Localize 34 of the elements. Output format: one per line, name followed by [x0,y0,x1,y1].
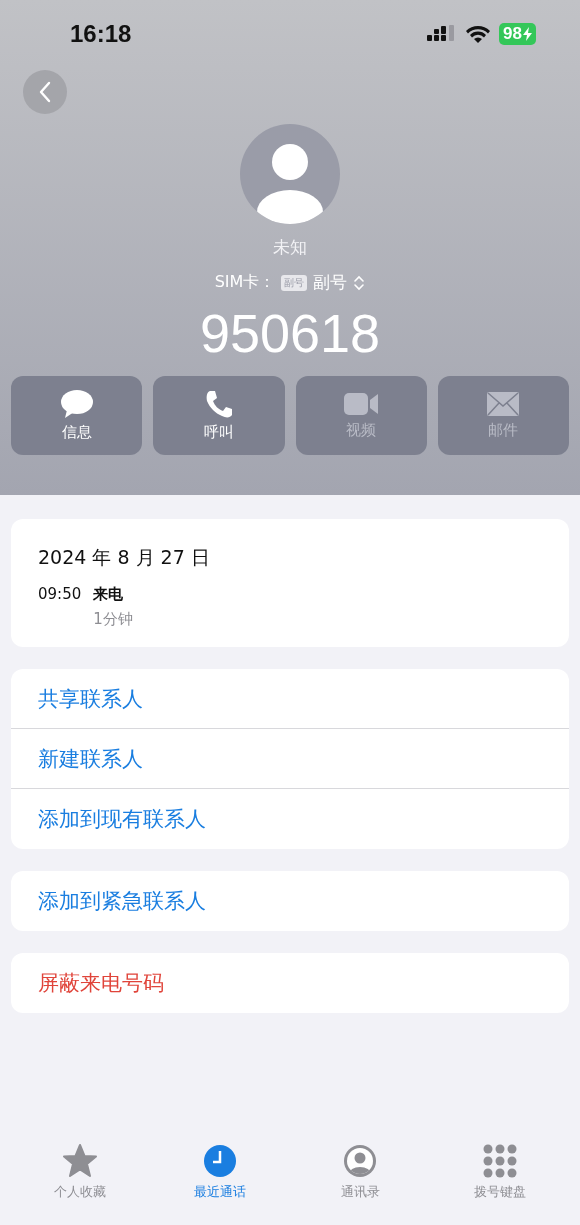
star-icon [62,1143,98,1179]
message-action-button[interactable]: 信息 [11,376,143,455]
up-down-chevron-icon [353,273,366,292]
back-button[interactable] [23,70,67,114]
call-time: 09:50 [38,585,82,605]
video-camera-icon [343,391,380,417]
menu-item[interactable]: 添加到现有联系人 [11,789,569,849]
tab-bar-item[interactable]: 通讯录 [290,1139,430,1225]
menu-item[interactable]: 新建联系人 [11,729,569,789]
call-action-button[interactable]: 呼叫 [153,376,285,455]
envelope-icon [486,391,521,417]
call-date: 2024 年 8 月 27 日 [38,545,211,570]
phone-number: 950618 [199,302,381,364]
call-duration: 1分钟 [93,610,133,629]
contact-name: 未知 [273,236,307,259]
sim-badge: 副号 [281,274,308,291]
tab-bar-item[interactable]: 拨号键盘 [430,1139,570,1225]
status-time: 16:18 [70,20,132,48]
sim-selector[interactable]: 副号 [313,271,366,294]
sim-label: SIM卡： [214,272,276,293]
keypad-icon [482,1143,518,1179]
menu-item[interactable]: 添加到紧急联系人 [11,871,569,931]
tab-bar-item[interactable]: 最近通话 [150,1139,290,1225]
avatar-icon [240,124,340,224]
chevron-left-icon [38,81,52,103]
person-circle-icon [342,1143,378,1179]
wifi-icon [465,24,492,44]
menu-item[interactable]: 屏蔽来电号码 [11,953,569,1013]
call-type: 来电 [93,585,125,604]
menu-item[interactable]: 共享联系人 [11,669,569,729]
battery-icon: 98 [499,23,536,45]
speech-bubble-icon [59,389,94,419]
clock-icon [202,1143,238,1179]
tab-bar-item[interactable]: 个人收藏 [10,1139,150,1225]
